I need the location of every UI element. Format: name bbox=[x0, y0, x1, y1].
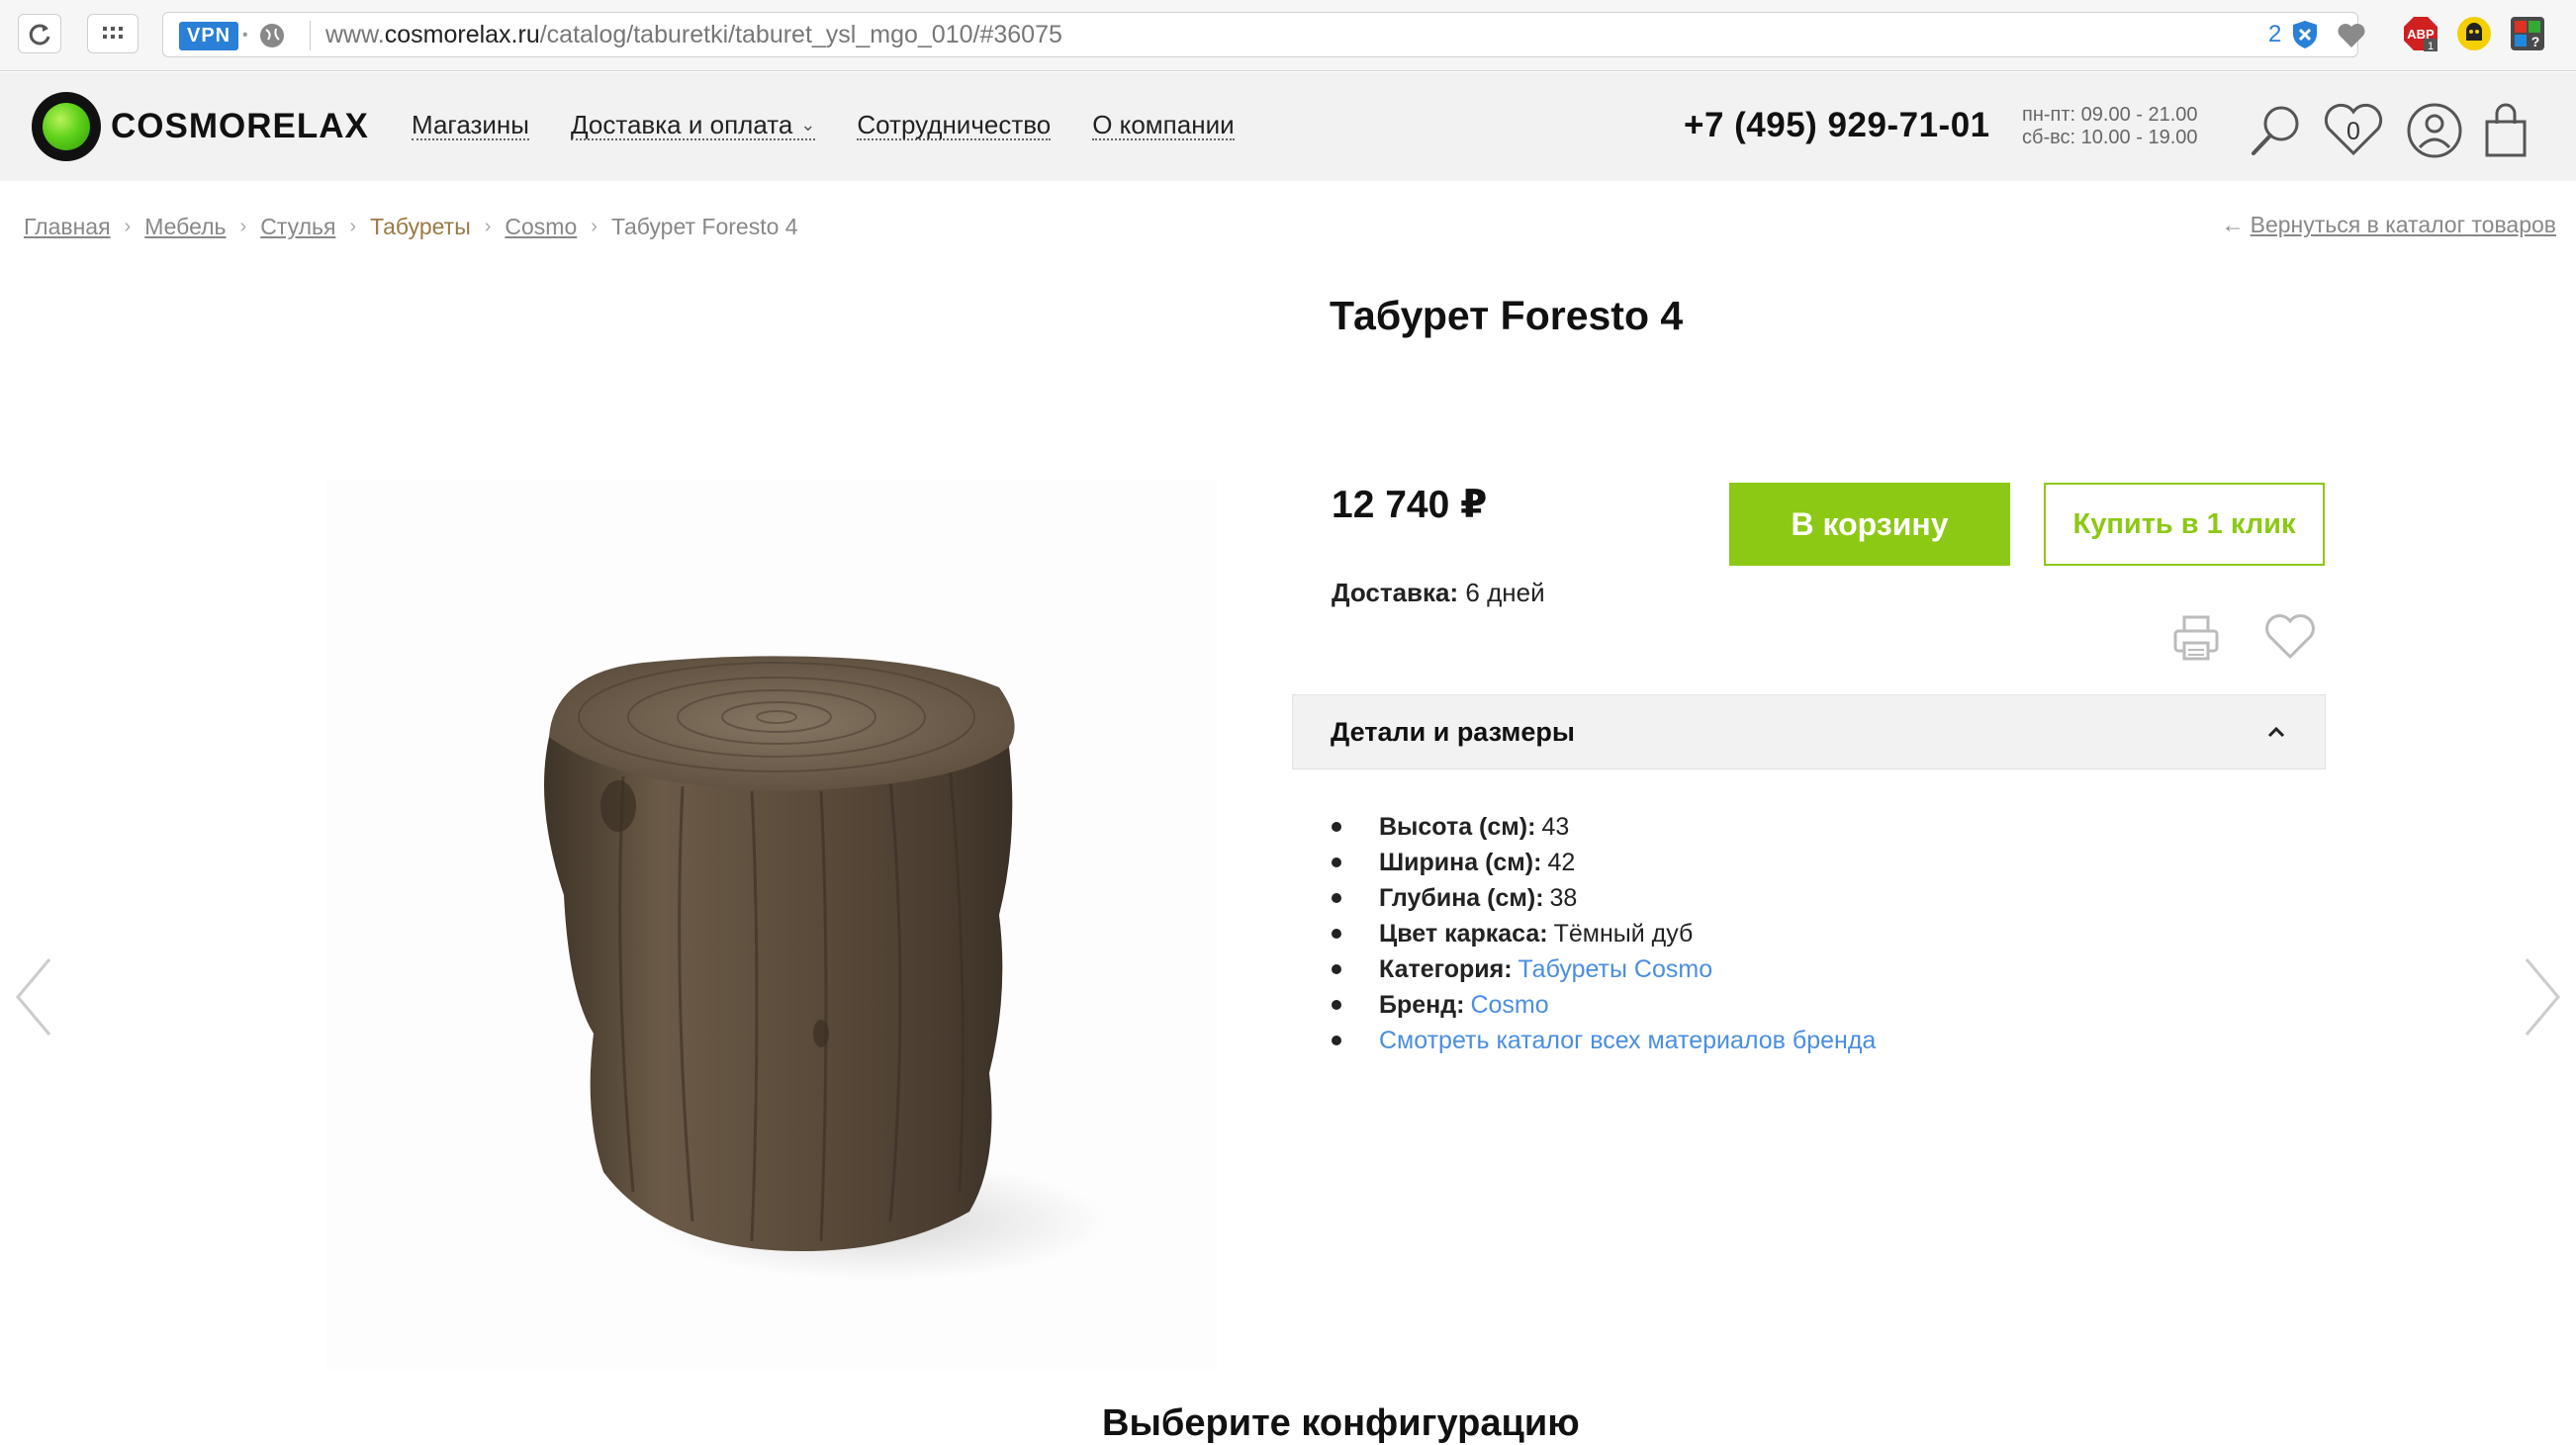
shopping-bag-icon[interactable] bbox=[2481, 102, 2530, 159]
search-icon[interactable] bbox=[2246, 102, 2305, 159]
spec-brand: Бренд: Cosmo bbox=[1332, 987, 1876, 1023]
brand-catalog-link[interactable]: Смотреть каталог всех материалов бренда bbox=[1379, 1027, 1876, 1055]
product-title: Табурет Foresto 4 bbox=[1330, 293, 1684, 338]
configuration-heading: Выберите конфигурацию bbox=[1102, 1402, 1580, 1444]
breadcrumb-chairs[interactable]: Стулья bbox=[260, 214, 335, 240]
account-icon[interactable] bbox=[2406, 102, 2463, 159]
address-bar[interactable]: VPN • www.cosmorelax.ru/catalog/taburetk… bbox=[162, 12, 2365, 57]
wishlist-count: 0 bbox=[2346, 118, 2360, 145]
vpn-badge[interactable]: VPN bbox=[179, 22, 239, 50]
details-accordion-header[interactable]: Детали и размеры bbox=[1292, 694, 2326, 769]
category-link[interactable]: Табуреты Cosmo bbox=[1518, 955, 1713, 984]
spec-label: Бренд: bbox=[1379, 990, 1465, 1019]
logo[interactable]: COSMORELAX bbox=[32, 92, 369, 161]
chevron-right-icon: › bbox=[124, 216, 132, 237]
svg-text:1: 1 bbox=[2428, 41, 2434, 52]
bookmark-heart-icon[interactable] bbox=[2336, 21, 2367, 50]
spec-label: Высота (см): bbox=[1379, 812, 1536, 841]
working-hours: пн-пт: 09.00 - 21.00 сб-вс: 10.00 - 19.0… bbox=[2022, 104, 2198, 149]
spec-value: Тёмный дуб bbox=[1553, 919, 1694, 948]
spec-frame-color: Цвет каркаса: Тёмный дуб bbox=[1332, 916, 1876, 951]
spec-value: 42 bbox=[1547, 848, 1576, 876]
nav-link-about[interactable]: О компании bbox=[1092, 111, 1235, 141]
gallery-next-arrow-icon[interactable] bbox=[2521, 955, 2564, 1039]
shield-icon[interactable] bbox=[2290, 19, 2320, 50]
main-nav: Магазины Доставка и оплата ⌄ Сотрудничест… bbox=[412, 110, 1276, 141]
product-image[interactable] bbox=[326, 480, 1217, 1370]
nav-link-delivery-label: Доставка и оплата bbox=[570, 110, 793, 139]
delivery-info: Доставка: 6 дней bbox=[1332, 578, 1545, 608]
spec-label: Цвет каркаса: bbox=[1379, 919, 1548, 948]
chevron-right-icon: › bbox=[591, 216, 598, 237]
spec-label: Ширина (см): bbox=[1379, 848, 1542, 876]
breadcrumb-cosmo[interactable]: Cosmo bbox=[505, 214, 577, 240]
stool-image bbox=[544, 656, 1108, 1281]
spec-value: 38 bbox=[1549, 883, 1578, 912]
delivery-label: Доставка: bbox=[1332, 578, 1459, 607]
chevron-right-icon: › bbox=[349, 216, 357, 237]
product-price: 12 740 ₽ bbox=[1332, 484, 1488, 526]
spec-category: Категория: Табуреты Cosmo bbox=[1332, 951, 1876, 987]
svg-text:?: ? bbox=[2531, 34, 2540, 49]
logo-text: COSMORELAX bbox=[111, 107, 369, 145]
grid-icon bbox=[103, 27, 123, 39]
browser-toolbar: VPN • www.cosmorelax.ru/catalog/taburetk… bbox=[0, 0, 2576, 71]
add-to-favorites-icon[interactable] bbox=[2263, 613, 2317, 661]
hours-weekdays: пн-пт: 09.00 - 21.00 bbox=[2022, 104, 2198, 126]
puzzle-extension-icon[interactable]: ? bbox=[2509, 15, 2546, 52]
url-path: /catalog/taburetki/taburet_ysl_mgo_010/#… bbox=[539, 21, 1062, 48]
gallery-prev-arrow-icon[interactable] bbox=[12, 955, 55, 1039]
spec-height: Высота (см): 43 bbox=[1332, 809, 1876, 845]
reload-button[interactable] bbox=[18, 14, 61, 53]
delivery-value: 6 дней bbox=[1465, 578, 1545, 607]
spec-label: Глубина (см): bbox=[1379, 883, 1544, 912]
phone-number[interactable]: +7 (495) 929-71-01 bbox=[1684, 106, 1990, 145]
print-icon[interactable] bbox=[2172, 613, 2220, 663]
spec-width: Ширина (см): 42 bbox=[1332, 845, 1876, 880]
url-separator bbox=[310, 21, 311, 50]
spec-label: Категория: bbox=[1379, 954, 1513, 983]
chevron-down-icon: ⌄ bbox=[800, 115, 816, 135]
logo-mark-icon bbox=[32, 92, 101, 161]
buy-one-click-button[interactable]: Купить в 1 клик bbox=[2044, 483, 2325, 566]
back-to-catalog-link[interactable]: ← Вернуться в каталог товаров bbox=[2222, 212, 2556, 238]
ghost-extension-icon[interactable] bbox=[2455, 15, 2493, 52]
vpn-dot-icon: • bbox=[242, 27, 248, 44]
wishlist-button[interactable]: 0 bbox=[2321, 102, 2386, 159]
arrow-left-icon: ← bbox=[2221, 212, 2245, 237]
chevron-right-icon: › bbox=[239, 216, 247, 237]
breadcrumb-home[interactable]: Главная bbox=[24, 214, 111, 240]
url-prefix: www. bbox=[325, 21, 385, 48]
extension-count: 2 bbox=[2268, 21, 2282, 47]
spec-depth: Глубина (см): 38 bbox=[1332, 880, 1876, 916]
brand-link[interactable]: Cosmo bbox=[1470, 991, 1548, 1020]
spec-catalog: Смотреть каталог всех материалов бренда bbox=[1332, 1023, 1876, 1058]
nav-link-cooperation[interactable]: Сотрудничество bbox=[857, 111, 1052, 141]
back-to-catalog-label: Вернуться в каталог товаров bbox=[2250, 212, 2556, 237]
apps-grid-button[interactable] bbox=[87, 14, 138, 53]
nav-link-stores[interactable]: Магазины bbox=[412, 111, 529, 141]
chevron-up-icon bbox=[2267, 726, 2285, 738]
details-title: Детали и размеры bbox=[1331, 717, 1575, 747]
hours-weekend: сб-вс: 10.00 - 19.00 bbox=[2022, 127, 2198, 148]
nav-link-delivery[interactable]: Доставка и оплата ⌄ bbox=[570, 110, 816, 141]
site-header: COSMORELAX Магазины Доставка и оплата ⌄ С… bbox=[0, 72, 2576, 181]
add-to-cart-button[interactable]: В корзину bbox=[1729, 483, 2010, 566]
breadcrumb: Главная › Мебель › Стулья › Табуреты › C… bbox=[24, 214, 798, 240]
reload-icon bbox=[29, 24, 50, 45]
url-domain: cosmorelax.ru bbox=[384, 21, 540, 48]
breadcrumb-stools[interactable]: Табуреты bbox=[370, 214, 471, 240]
specs-list: Высота (см): 43 Ширина (см): 42 Глубина (с… bbox=[1332, 809, 1876, 1058]
spec-value: 43 bbox=[1541, 812, 1570, 841]
breadcrumb-current: Табурет Foresto 4 bbox=[610, 214, 798, 239]
globe-icon bbox=[260, 24, 284, 47]
adblock-extension-icon[interactable]: ABP 1 bbox=[2402, 15, 2439, 52]
breadcrumb-furniture[interactable]: Мебель bbox=[144, 214, 226, 240]
url-text[interactable]: www.cosmorelax.ru/catalog/taburetki/tabu… bbox=[325, 21, 1062, 49]
chevron-right-icon: › bbox=[484, 216, 492, 237]
